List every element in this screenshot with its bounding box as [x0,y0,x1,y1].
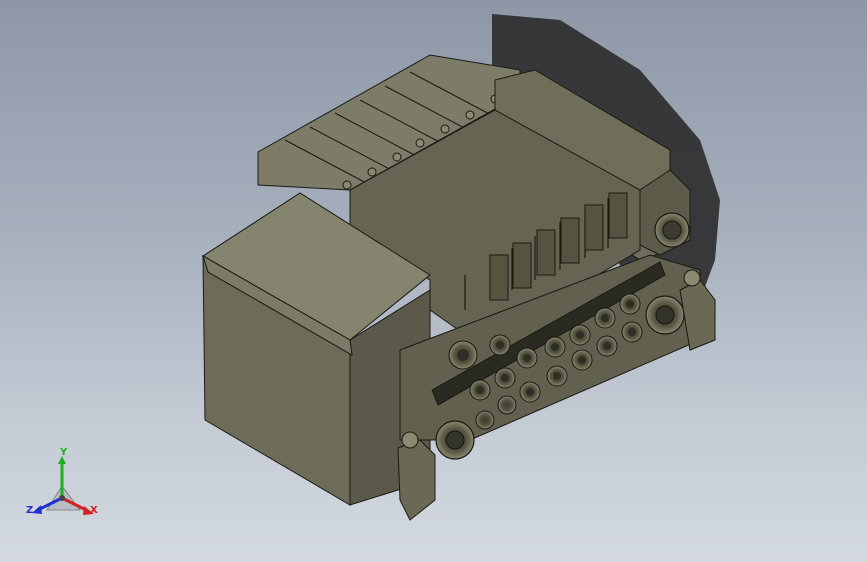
orientation-triad: Y X Z [22,448,106,524]
graphics-viewport[interactable]: Y X Z [0,0,867,562]
valve-manifold-model[interactable] [0,0,867,562]
triad-z-arrow [32,505,42,514]
triad-x-label: X [90,505,98,516]
triad-origin [59,495,65,501]
left-bracket-screw [401,431,419,449]
triad-z-label: Z [26,505,34,516]
left-bracket [397,439,436,521]
right-bracket-screw [683,269,701,287]
right-end-port-bore [662,220,682,240]
triad-y-label: Y [60,447,68,458]
